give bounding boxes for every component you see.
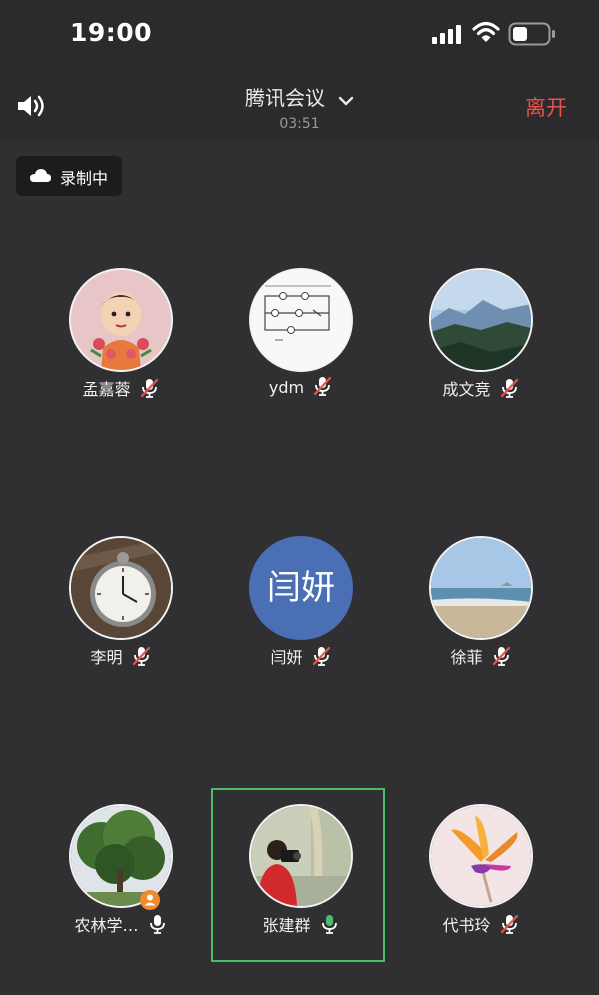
participant-tile[interactable]: 农林学… — [30, 804, 210, 974]
participant-name-line: 李明 — [30, 644, 210, 668]
meeting-timer: 03:51 — [279, 116, 320, 132]
participant-grid: 录制中 孟嘉蓉 ydm 成文竞 李明 闫妍 闫妍 徐菲 农林学… 张建群 代书玲 — [0, 140, 599, 995]
participant-tile[interactable]: 代书玲 — [390, 804, 570, 974]
meeting-title: 腾讯会议 — [244, 86, 325, 110]
mic-muted-icon — [132, 646, 150, 666]
leave-button[interactable]: 离开 — [525, 92, 567, 122]
participant-tile[interactable]: 李明 — [30, 536, 210, 706]
mic-muted-icon — [500, 914, 518, 934]
baby-photo-avatar — [69, 268, 173, 372]
participant-tile[interactable]: 徐菲 — [390, 536, 570, 706]
mic-icon — [149, 915, 165, 934]
participant-name-line: 徐菲 — [390, 644, 570, 668]
chevron-down-icon — [338, 96, 354, 105]
participant-name-line: 成文竞 — [390, 376, 570, 400]
status-bar: 19:00 — [0, 0, 599, 70]
mic-muted-icon — [492, 646, 510, 666]
participant-name: 李明 — [90, 648, 123, 667]
text-avatar: 闫妍 — [249, 536, 353, 640]
participant-name-line: 农林学… — [30, 912, 210, 936]
mic-muted-icon — [500, 378, 518, 398]
cloud-icon — [30, 169, 51, 182]
participant-name-line: ydm — [210, 376, 390, 397]
participant-name-line: 闫妍 — [210, 644, 390, 668]
mic-muted-icon — [314, 376, 332, 396]
status-time: 19:00 — [70, 18, 153, 47]
flower-avatar — [429, 804, 533, 908]
participant-name: 孟嘉蓉 — [82, 380, 131, 399]
participant-name: 徐菲 — [450, 648, 483, 667]
participant-name: 成文竞 — [442, 380, 491, 399]
avatar-initials: 闫妍 — [267, 568, 335, 608]
meeting-title-button[interactable]: 腾讯会议 — [0, 82, 599, 111]
participant-tile[interactable]: 孟嘉蓉 — [30, 268, 210, 438]
pocket-watch-avatar — [69, 536, 173, 640]
meeting-header: 腾讯会议 03:51 离开 — [0, 70, 599, 140]
mic-muted-icon — [140, 378, 158, 398]
battery-icon — [508, 22, 555, 46]
participant-name: 代书玲 — [442, 916, 491, 935]
mic-muted-icon — [312, 646, 330, 666]
recording-badge[interactable]: 录制中 — [16, 156, 122, 196]
participant-tile[interactable]: ydm — [210, 268, 390, 438]
mountain-landscape-avatar — [429, 268, 533, 372]
participant-name-line: 代书玲 — [390, 912, 570, 936]
participant-tile[interactable]: 成文竞 — [390, 268, 570, 438]
participant-tile[interactable]: 闫妍 闫妍 — [210, 536, 390, 706]
participant-name: 闫妍 — [270, 648, 303, 667]
participant-name: 农林学… — [74, 916, 139, 935]
beach-avatar — [429, 536, 533, 640]
circuit-diagram-avatar — [249, 268, 353, 372]
signal-icon — [432, 25, 461, 44]
active-speaker-highlight — [211, 788, 385, 962]
participant-name: ydm — [268, 378, 305, 397]
wifi-icon — [472, 21, 500, 42]
recording-label: 录制中 — [60, 169, 109, 188]
participant-name-line: 孟嘉蓉 — [30, 376, 210, 400]
host-badge-icon — [140, 890, 160, 910]
